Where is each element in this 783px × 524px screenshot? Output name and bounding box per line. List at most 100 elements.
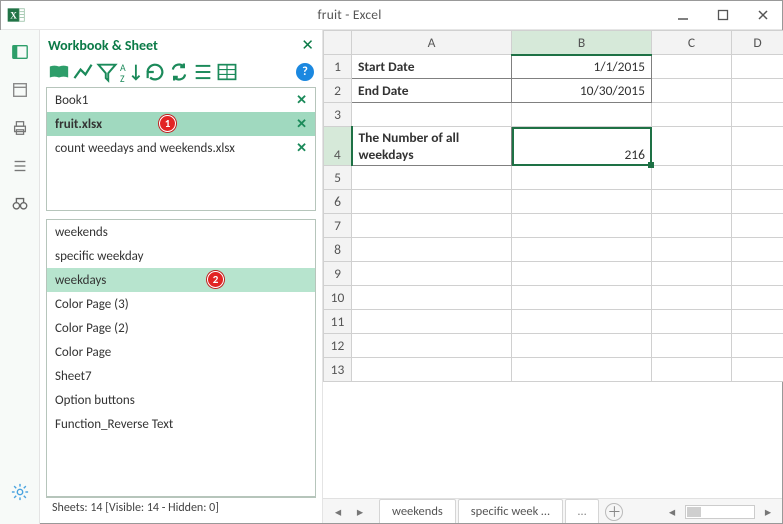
cell[interactable] [652, 55, 732, 79]
hscroll-left[interactable]: ◂ [662, 502, 682, 522]
row-header[interactable]: 2 [324, 79, 352, 103]
more-tabs[interactable]: … [565, 499, 600, 524]
sheet-item[interactable]: Color Page [47, 340, 315, 364]
sheet-item[interactable]: Function_Reverse Text [47, 412, 315, 436]
cell[interactable] [512, 334, 652, 358]
cell[interactable] [732, 127, 783, 166]
row-header[interactable]: 1 [324, 55, 352, 79]
workbook-item[interactable]: fruit.xlsx 1 ✕ [47, 112, 315, 136]
workbook-item[interactable]: count weedays and weekends.xlsx ✕ [47, 136, 315, 160]
row-header[interactable]: 8 [324, 238, 352, 262]
row-header[interactable]: 11 [324, 310, 352, 334]
maximize-button[interactable] [703, 1, 743, 29]
cell[interactable] [352, 310, 512, 334]
cell[interactable] [732, 79, 783, 103]
cell[interactable] [512, 190, 652, 214]
row-header[interactable]: 3 [324, 103, 352, 127]
panel-close-button[interactable]: ✕ [301, 36, 314, 55]
new-sheet-button[interactable]: ＋ [605, 503, 623, 521]
sheet-item[interactable]: weekdays 2 [47, 268, 315, 292]
cell[interactable] [652, 262, 732, 286]
cell[interactable] [652, 334, 732, 358]
cell[interactable] [652, 214, 732, 238]
cell[interactable] [652, 190, 732, 214]
cell[interactable] [732, 103, 783, 127]
cell[interactable] [352, 286, 512, 310]
cell[interactable] [652, 358, 732, 382]
cell[interactable] [512, 310, 652, 334]
cell-A4[interactable]: The Number of all weekdays [352, 127, 512, 166]
cell[interactable] [652, 286, 732, 310]
sheet-item[interactable]: Option buttons [47, 388, 315, 412]
cell[interactable] [732, 190, 783, 214]
cell[interactable] [512, 358, 652, 382]
cell[interactable] [512, 262, 652, 286]
sheet-item[interactable]: weekends [47, 220, 315, 244]
row-header[interactable]: 12 [324, 334, 352, 358]
close-workbook-icon[interactable]: ✕ [296, 93, 307, 108]
sheet-tab[interactable]: weekends [379, 499, 456, 524]
cell[interactable] [732, 334, 783, 358]
book-open-icon[interactable] [48, 61, 70, 83]
sync-icon[interactable] [168, 61, 190, 83]
cell[interactable] [732, 55, 783, 79]
cell[interactable] [732, 238, 783, 262]
cell[interactable] [512, 214, 652, 238]
binoculars-icon[interactable] [6, 190, 34, 218]
cell[interactable] [732, 262, 783, 286]
sheet-list[interactable]: weekends specific weekday weekdays 2 Col… [46, 219, 316, 497]
row-header[interactable]: 9 [324, 262, 352, 286]
tab-nav-next[interactable]: ▸ [350, 502, 370, 522]
row-header[interactable]: 13 [324, 358, 352, 382]
cell[interactable] [352, 334, 512, 358]
workbook-item[interactable]: Book1 ✕ [47, 88, 315, 112]
hscroll-right[interactable]: ▸ [758, 502, 778, 522]
sheet-item[interactable]: Sheet7 [47, 364, 315, 388]
refresh-icon[interactable] [144, 61, 166, 83]
sheet-item[interactable]: Color Page (2) [47, 316, 315, 340]
cell[interactable] [512, 166, 652, 190]
minimize-button[interactable] [663, 1, 703, 29]
line-chart-icon[interactable] [72, 61, 94, 83]
tab-nav-prev[interactable]: ◂ [328, 502, 348, 522]
sort-az-icon[interactable]: AZ [120, 61, 142, 83]
cell[interactable] [352, 214, 512, 238]
cell[interactable] [352, 103, 512, 127]
list-icon[interactable] [192, 61, 214, 83]
cell[interactable] [732, 166, 783, 190]
grid-wrap[interactable]: A B C D 1 Start Date 1/1/2015 2 En [323, 30, 783, 498]
cell[interactable] [732, 358, 783, 382]
row-header[interactable]: 6 [324, 190, 352, 214]
cell-A2[interactable]: End Date [352, 79, 512, 103]
cell[interactable] [732, 214, 783, 238]
close-window-button[interactable] [743, 1, 783, 29]
cell-B1[interactable]: 1/1/2015 [512, 55, 652, 79]
cell[interactable] [512, 238, 652, 262]
col-header-D[interactable]: D [732, 31, 783, 55]
cell[interactable] [512, 286, 652, 310]
cell[interactable] [352, 238, 512, 262]
row-header[interactable]: 4 [324, 127, 352, 166]
cell[interactable] [352, 262, 512, 286]
row-header[interactable]: 5 [324, 166, 352, 190]
select-all-corner[interactable] [324, 31, 352, 55]
col-header-A[interactable]: A [352, 31, 512, 55]
sheet-item[interactable]: specific weekday [47, 244, 315, 268]
col-header-B[interactable]: B [512, 31, 652, 55]
cell[interactable] [352, 166, 512, 190]
list-small-icon[interactable] [6, 152, 34, 180]
cell-B4[interactable]: 216 [512, 127, 652, 166]
col-header-C[interactable]: C [652, 31, 732, 55]
cell[interactable] [732, 286, 783, 310]
close-workbook-icon[interactable]: ✕ [296, 117, 307, 132]
nav-panel-icon[interactable] [6, 38, 34, 66]
sheet-tab[interactable]: specific week … [458, 499, 563, 524]
help-icon[interactable]: ? [296, 63, 314, 81]
cell[interactable] [652, 127, 732, 166]
cell[interactable] [652, 103, 732, 127]
cell-A1[interactable]: Start Date [352, 55, 512, 79]
cell[interactable] [352, 190, 512, 214]
cell[interactable] [652, 310, 732, 334]
open-window-icon[interactable] [6, 76, 34, 104]
gear-icon[interactable] [6, 478, 34, 506]
